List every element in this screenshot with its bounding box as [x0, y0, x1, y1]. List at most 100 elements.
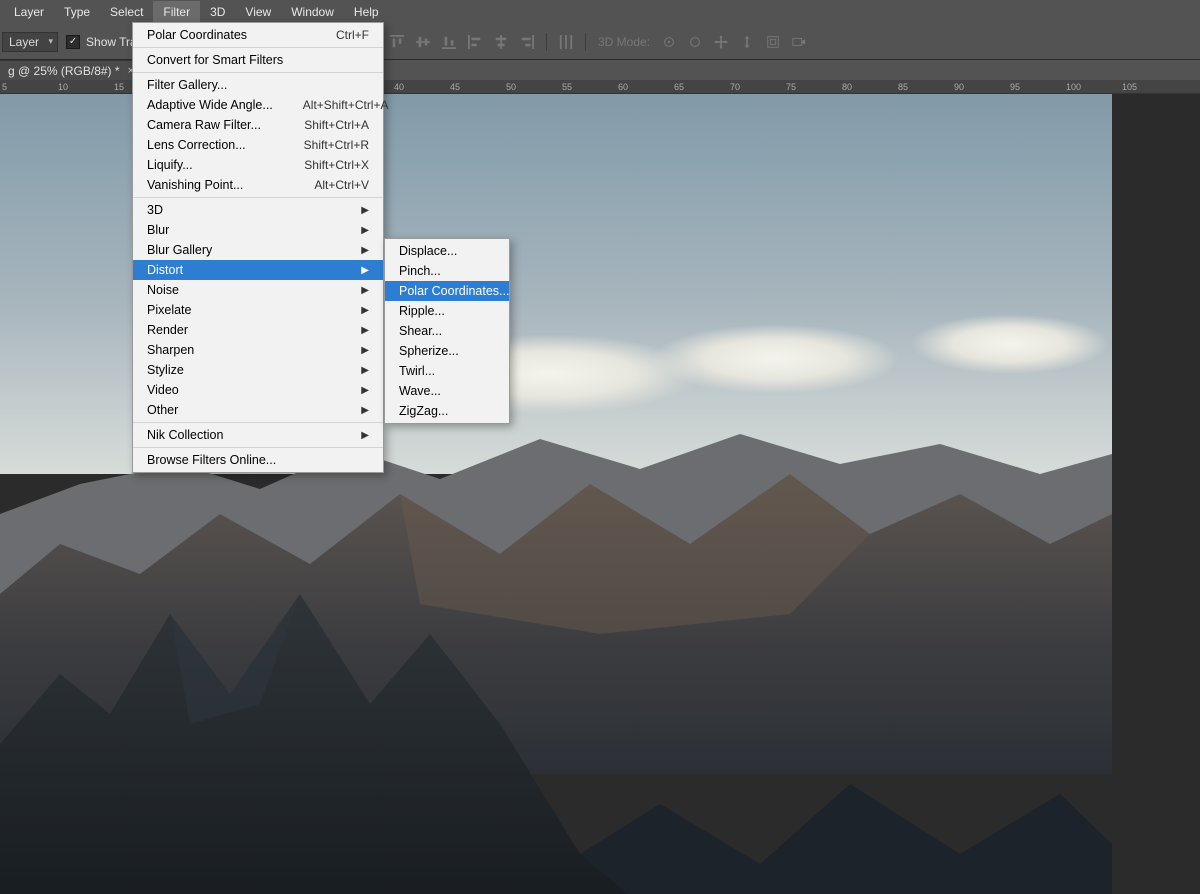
ruler-tick: 50 [506, 82, 516, 92]
menu-separator [133, 72, 383, 73]
scale-icon[interactable] [766, 35, 780, 49]
menu-item-stylize[interactable]: Stylize▶ [133, 360, 383, 380]
ruler-tick: 60 [618, 82, 628, 92]
menu-item-shear[interactable]: Shear... [385, 321, 509, 341]
ruler-tick: 10 [58, 82, 68, 92]
menu-item-lens-correction[interactable]: Lens Correction... Shift+Ctrl+R [133, 135, 383, 155]
menu-layer[interactable]: Layer [4, 1, 54, 23]
menu-item-filter-gallery[interactable]: Filter Gallery... [133, 75, 383, 95]
submenu-arrow-icon: ▶ [361, 365, 369, 376]
slide-icon[interactable] [740, 35, 754, 49]
menu-item-blur[interactable]: Blur▶ [133, 220, 383, 240]
roll-icon[interactable] [688, 35, 702, 49]
menu-item-label: Nik Collection [147, 428, 223, 442]
menu-item-sharpen[interactable]: Sharpen▶ [133, 340, 383, 360]
menu-item-polar-coordinates[interactable]: Polar Coordinates... [385, 281, 509, 301]
layer-dropdown[interactable]: Layer [2, 32, 58, 52]
mode-label: 3D Mode: [598, 35, 650, 49]
ruler-tick: 15 [114, 82, 124, 92]
menu-item-label: Pixelate [147, 303, 191, 317]
menu-item-label: Camera Raw Filter... [147, 118, 261, 132]
separator [585, 33, 586, 51]
menu-item-label: Wave... [399, 384, 441, 398]
menu-item-twirl[interactable]: Twirl... [385, 361, 509, 381]
menu-select[interactable]: Select [100, 1, 153, 23]
align-bottom-icon[interactable] [442, 35, 456, 49]
menu-window[interactable]: Window [281, 1, 344, 23]
menu-item-wave[interactable]: Wave... [385, 381, 509, 401]
menu-filter[interactable]: Filter [153, 1, 200, 23]
menu-item-camera-raw-filter[interactable]: Camera Raw Filter...Shift+Ctrl+A [133, 115, 383, 135]
submenu-arrow-icon: ▶ [361, 385, 369, 396]
menu-item-label: Other [147, 403, 178, 417]
menu-item-label: Pinch... [399, 264, 441, 278]
layer-dropdown-label: Layer [9, 35, 39, 49]
menu-3d[interactable]: 3D [200, 1, 235, 23]
menu-item-distort[interactable]: Distort▶ [133, 260, 383, 280]
distribute-icon[interactable] [559, 35, 573, 49]
menu-item-label: Blur Gallery [147, 243, 212, 257]
align-vcenter-icon[interactable] [416, 35, 430, 49]
document-tab-title: g @ 25% (RGB/8#) * [8, 64, 120, 78]
align-top-icon[interactable] [390, 35, 404, 49]
align-left-icon[interactable] [468, 35, 482, 49]
menu-item-render[interactable]: Render▶ [133, 320, 383, 340]
menu-view[interactable]: View [235, 1, 281, 23]
menu-item-liquify[interactable]: Liquify...Shift+Ctrl+X [133, 155, 383, 175]
menu-item-3d[interactable]: 3D▶ [133, 200, 383, 220]
align-hcenter-icon[interactable] [494, 35, 508, 49]
menu-item-pixelate[interactable]: Pixelate▶ [133, 300, 383, 320]
document-tab[interactable]: g @ 25% (RGB/8#) * × [0, 60, 145, 81]
ruler-tick: 65 [674, 82, 684, 92]
align-right-icon[interactable] [520, 35, 534, 49]
camera-icon[interactable] [792, 35, 806, 49]
ruler-tick: 80 [842, 82, 852, 92]
menu-help[interactable]: Help [344, 1, 389, 23]
menu-item-label: Spherize... [399, 344, 459, 358]
menu-item-nik-collection[interactable]: Nik Collection ▶ [133, 425, 383, 445]
menu-item-video[interactable]: Video ▶ [133, 380, 383, 400]
menu-item-label: Adaptive Wide Angle... [147, 98, 273, 112]
menu-item-label: Ripple... [399, 304, 445, 318]
menu-item-browse-filters-online[interactable]: Browse Filters Online... [133, 450, 383, 470]
menu-item-label: Render [147, 323, 188, 337]
menu-item-zigzag[interactable]: ZigZag... [385, 401, 509, 421]
orbit-icon[interactable] [662, 35, 676, 49]
menu-separator [133, 422, 383, 423]
menu-item-pinch[interactable]: Pinch... [385, 261, 509, 281]
menu-item-ripple[interactable]: Ripple... [385, 301, 509, 321]
menu-item-label: ZigZag... [399, 404, 448, 418]
menu-item-label: Polar Coordinates [147, 28, 247, 42]
menu-item-noise[interactable]: Noise▶ [133, 280, 383, 300]
menu-item-adaptive-wide-angle[interactable]: Adaptive Wide Angle...Alt+Shift+Ctrl+A [133, 95, 383, 115]
menu-item-blur-gallery[interactable]: Blur Gallery▶ [133, 240, 383, 260]
menu-item-label: Displace... [399, 244, 457, 258]
menu-item-convert-for-smart-filters[interactable]: Convert for Smart Filters [133, 50, 383, 70]
menu-type[interactable]: Type [54, 1, 100, 23]
ruler-tick: 100 [1066, 82, 1081, 92]
ruler-tick: 70 [730, 82, 740, 92]
ruler-tick: 40 [394, 82, 404, 92]
menu-item-polar-coordinates[interactable]: Polar Coordinates Ctrl+F [133, 25, 383, 45]
menu-item-label: Video [147, 383, 179, 397]
menu-item-label: Lens Correction... [147, 138, 246, 152]
menu-item-label: Sharpen [147, 343, 194, 357]
menu-item-spherize[interactable]: Spherize... [385, 341, 509, 361]
menu-shortcut: Ctrl+F [336, 28, 369, 42]
menu-bar: LayerTypeSelectFilter3DViewWindowHelp [0, 0, 1200, 24]
menu-shortcut: Shift+Ctrl+R [304, 138, 369, 152]
menu-item-vanishing-point[interactable]: Vanishing Point...Alt+Ctrl+V [133, 175, 383, 195]
menu-item-label: Browse Filters Online... [147, 453, 276, 467]
checkbox-checked-icon: ✓ [66, 35, 80, 49]
ruler-tick: 85 [898, 82, 908, 92]
submenu-arrow-icon: ▶ [361, 430, 369, 441]
menu-item-other[interactable]: Other▶ [133, 400, 383, 420]
document-tab-bar: g @ 25% (RGB/8#) * × [0, 60, 145, 80]
pan-icon[interactable] [714, 35, 728, 49]
menu-item-label: Twirl... [399, 364, 435, 378]
ruler-tick: 95 [1010, 82, 1020, 92]
menu-item-label: Convert for Smart Filters [147, 53, 283, 67]
menu-item-displace[interactable]: Displace... [385, 241, 509, 261]
menu-item-label: Noise [147, 283, 179, 297]
ruler-tick: 75 [786, 82, 796, 92]
